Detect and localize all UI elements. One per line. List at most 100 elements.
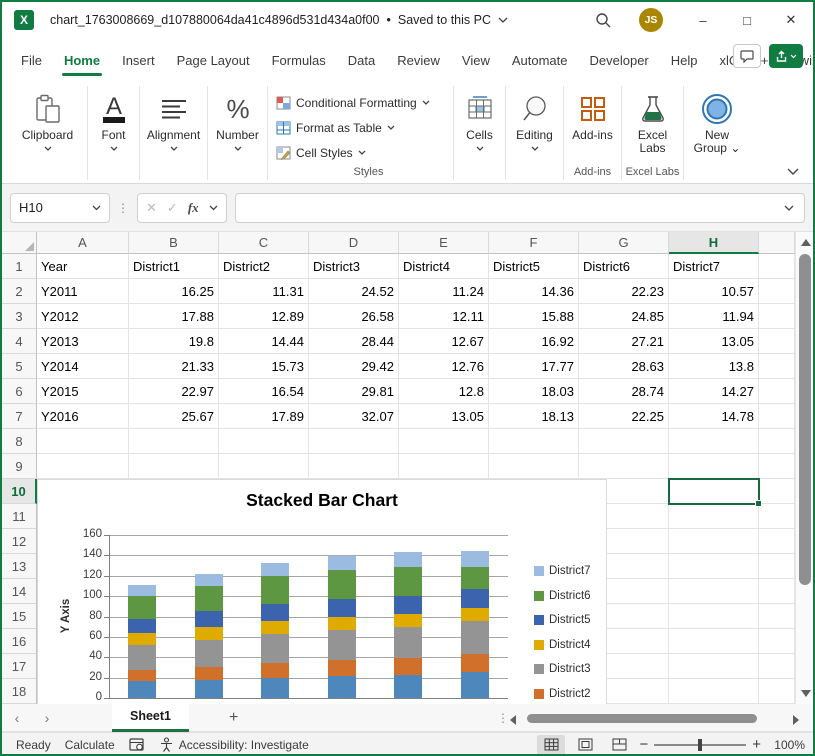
cell-A3[interactable]: Y2012: [37, 304, 129, 329]
cell-F4[interactable]: 16.92: [489, 329, 579, 354]
cell-H5[interactable]: 13.8: [669, 354, 759, 379]
cell-H8[interactable]: [669, 429, 759, 454]
horizontal-scrollbar[interactable]: [510, 712, 800, 725]
cell-F2[interactable]: 14.36: [489, 279, 579, 304]
cell-D1[interactable]: District3: [309, 254, 399, 279]
alignment-group[interactable]: Alignment: [140, 86, 208, 180]
cell-F5[interactable]: 17.77: [489, 354, 579, 379]
cell-D5[interactable]: 29.42: [309, 354, 399, 379]
comments-button[interactable]: [733, 44, 761, 68]
row-header-5[interactable]: 5: [2, 354, 37, 379]
add-sheet-button[interactable]: +: [229, 709, 238, 727]
row-header-18[interactable]: 18: [2, 679, 37, 704]
font-group[interactable]: A Font: [88, 86, 140, 180]
cell-D2[interactable]: 24.52: [309, 279, 399, 304]
cell-A9[interactable]: [37, 454, 129, 479]
legend-item-District3[interactable]: District3: [534, 663, 591, 675]
cell-H6[interactable]: 14.27: [669, 379, 759, 404]
zoom-level[interactable]: 100%: [767, 738, 805, 752]
scroll-up-arrow-icon[interactable]: [801, 239, 811, 246]
name-box-chevron-icon[interactable]: [92, 205, 101, 211]
row-header-2[interactable]: 2: [2, 279, 37, 304]
column-header-D[interactable]: D: [309, 232, 399, 254]
cell-C4[interactable]: 14.44: [219, 329, 309, 354]
page-break-view-button[interactable]: [605, 735, 633, 755]
cell-H14[interactable]: [669, 579, 759, 604]
cell-E6[interactable]: 12.8: [399, 379, 489, 404]
cell-D6[interactable]: 29.81: [309, 379, 399, 404]
legend-item-District4[interactable]: District4: [534, 639, 591, 651]
column-header-A[interactable]: A: [37, 232, 129, 254]
insert-function-button[interactable]: fx: [188, 200, 199, 216]
ribbon-tab-help[interactable]: Help: [660, 47, 709, 74]
cell-H1[interactable]: District7: [669, 254, 759, 279]
cell-B3[interactable]: 17.88: [129, 304, 219, 329]
ribbon-tab-page-layout[interactable]: Page Layout: [166, 47, 261, 74]
row-header-9[interactable]: 9: [2, 454, 37, 479]
cell-G7[interactable]: 22.25: [579, 404, 669, 429]
row-header-3[interactable]: 3: [2, 304, 37, 329]
horizontal-scroll-thumb[interactable]: [527, 714, 757, 723]
ribbon-tab-insert[interactable]: Insert: [111, 47, 166, 74]
cell-A2[interactable]: Y2011: [37, 279, 129, 304]
ribbon-tab-review[interactable]: Review: [386, 47, 451, 74]
cells-group[interactable]: Cells: [454, 86, 506, 180]
conditional-formatting-button[interactable]: Conditional Formatting: [276, 90, 430, 115]
addins-group[interactable]: Add-ins Add-ins: [564, 86, 622, 180]
selected-cell-outline[interactable]: [668, 478, 760, 505]
saved-status-chevron-icon[interactable]: [498, 17, 508, 23]
cell-B6[interactable]: 22.97: [129, 379, 219, 404]
cell-D8[interactable]: [309, 429, 399, 454]
row-header-7[interactable]: 7: [2, 404, 37, 429]
cell-F6[interactable]: 18.03: [489, 379, 579, 404]
ribbon-tab-data[interactable]: Data: [337, 47, 386, 74]
search-icon[interactable]: [595, 12, 611, 28]
cell-B8[interactable]: [129, 429, 219, 454]
confirm-entry-icon[interactable]: ✓: [167, 200, 178, 216]
legend-item-District6[interactable]: District6: [534, 590, 591, 602]
scroll-down-arrow-icon[interactable]: [801, 690, 811, 697]
cell-H15[interactable]: [669, 604, 759, 629]
cell-B9[interactable]: [129, 454, 219, 479]
name-box[interactable]: H10: [10, 193, 110, 223]
scroll-left-arrow-icon[interactable]: [510, 715, 516, 725]
cell-F7[interactable]: 18.13: [489, 404, 579, 429]
cell-H2[interactable]: 10.57: [669, 279, 759, 304]
cell-F3[interactable]: 15.88: [489, 304, 579, 329]
row-header-17[interactable]: 17: [2, 654, 37, 679]
cell-A8[interactable]: [37, 429, 129, 454]
row-header-1[interactable]: 1: [2, 254, 37, 279]
cell-E4[interactable]: 12.67: [399, 329, 489, 354]
prev-sheet-icon[interactable]: ‹: [2, 710, 32, 726]
cell-E5[interactable]: 12.76: [399, 354, 489, 379]
row-header-14[interactable]: 14: [2, 579, 37, 604]
zoom-slider[interactable]: [654, 744, 746, 746]
status-calculate[interactable]: Calculate: [65, 738, 115, 752]
scroll-right-arrow-icon[interactable]: [793, 715, 799, 725]
cell-B1[interactable]: District1: [129, 254, 219, 279]
row-header-6[interactable]: 6: [2, 379, 37, 404]
cell-H16[interactable]: [669, 629, 759, 654]
saved-status[interactable]: Saved to this PC: [398, 13, 491, 27]
zoom-in-button[interactable]: +: [752, 736, 761, 753]
cell-H4[interactable]: 13.05: [669, 329, 759, 354]
cell-H3[interactable]: 11.94: [669, 304, 759, 329]
ribbon-tab-file[interactable]: File: [10, 47, 53, 74]
column-header-E[interactable]: E: [399, 232, 489, 254]
cell-E3[interactable]: 12.11: [399, 304, 489, 329]
cell-H9[interactable]: [669, 454, 759, 479]
cell-H13[interactable]: [669, 554, 759, 579]
cell-E7[interactable]: 13.05: [399, 404, 489, 429]
row-header-4[interactable]: 4: [2, 329, 37, 354]
column-header-H[interactable]: H: [669, 232, 759, 254]
sheet-tab-sheet1[interactable]: Sheet1: [112, 704, 189, 732]
row-header-11[interactable]: 11: [2, 504, 37, 529]
cell-G2[interactable]: 22.23: [579, 279, 669, 304]
ribbon-tab-home[interactable]: Home: [53, 47, 111, 74]
column-header-G[interactable]: G: [579, 232, 669, 254]
row-header-8[interactable]: 8: [2, 429, 37, 454]
cell-H18[interactable]: [669, 679, 759, 704]
cell-C1[interactable]: District2: [219, 254, 309, 279]
cell-A1[interactable]: Year: [37, 254, 129, 279]
cell-D9[interactable]: [309, 454, 399, 479]
